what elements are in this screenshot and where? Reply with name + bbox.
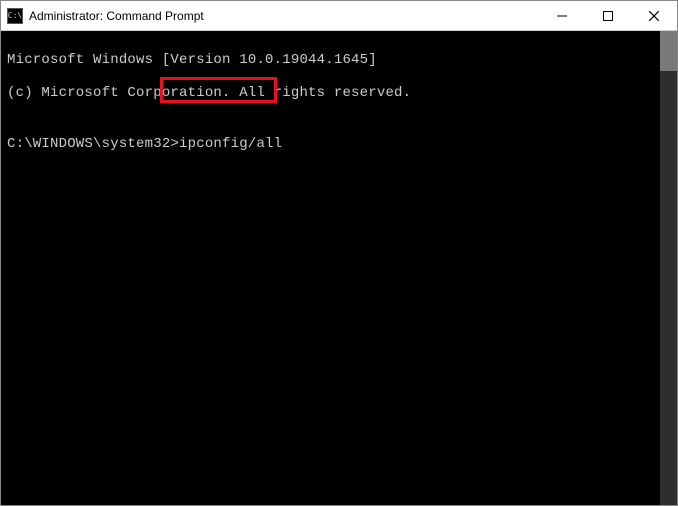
maximize-button[interactable] <box>585 1 631 30</box>
command-text: ipconfig/all <box>179 136 282 152</box>
terminal-body[interactable]: Microsoft Windows [Version 10.0.19044.16… <box>1 31 677 505</box>
prompt-line: C:\WINDOWS\system32>ipconfig/all <box>7 136 654 153</box>
prompt-text: C:\WINDOWS\system32> <box>7 136 179 153</box>
titlebar[interactable]: C:\ Administrator: Command Prompt <box>1 1 677 31</box>
output-line: (c) Microsoft Corporation. All rights re… <box>7 85 654 102</box>
close-icon <box>649 11 659 21</box>
minimize-icon <box>557 11 567 21</box>
scrollbar-thumb[interactable] <box>660 31 677 71</box>
command-prompt-window: C:\ Administrator: Command Prompt M <box>0 0 678 506</box>
terminal-content[interactable]: Microsoft Windows [Version 10.0.19044.16… <box>1 31 660 505</box>
maximize-icon <box>603 11 613 21</box>
close-button[interactable] <box>631 1 677 30</box>
window-controls <box>539 1 677 30</box>
window-title: Administrator: Command Prompt <box>29 9 539 23</box>
scrollbar[interactable] <box>660 31 677 505</box>
output-line: Microsoft Windows [Version 10.0.19044.16… <box>7 52 654 69</box>
cmd-icon: C:\ <box>7 8 23 24</box>
minimize-button[interactable] <box>539 1 585 30</box>
